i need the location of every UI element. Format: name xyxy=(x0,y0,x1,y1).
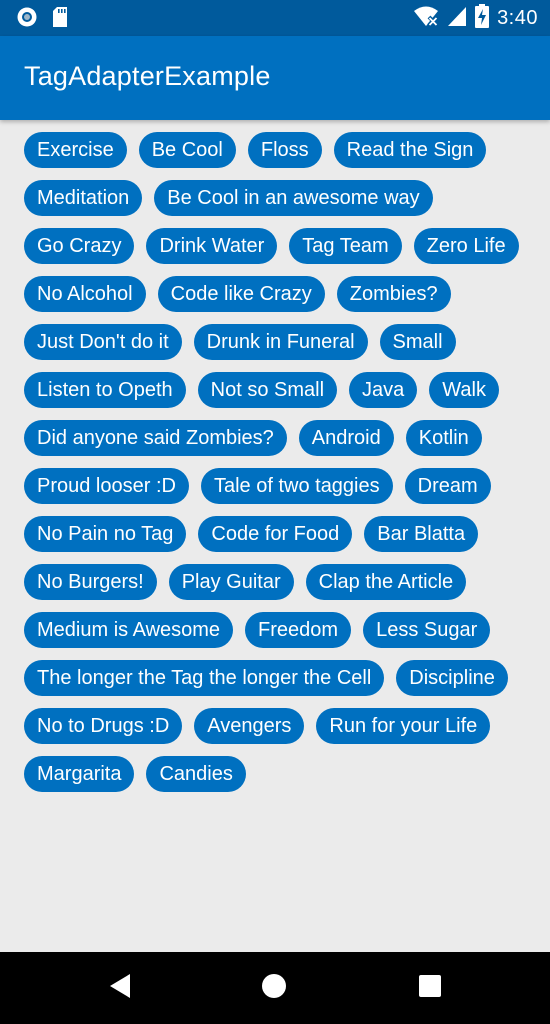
tag-chip[interactable]: Not so Small xyxy=(197,372,338,408)
tag-chip[interactable]: No to Drugs :D xyxy=(24,708,183,744)
back-button[interactable] xyxy=(102,970,138,1006)
tag-chip[interactable]: No Pain no Tag xyxy=(24,516,187,552)
circle-notification-icon xyxy=(16,6,38,33)
tag-chip[interactable]: Less Sugar xyxy=(363,612,491,648)
tag-chip[interactable]: Clap the Article xyxy=(305,564,467,600)
tag-chip[interactable]: Did anyone said Zombies? xyxy=(24,420,287,456)
tag-chip[interactable]: Candies xyxy=(146,756,246,792)
battery-charging-icon xyxy=(475,4,490,33)
home-icon xyxy=(261,973,287,1004)
navigation-bar xyxy=(0,952,550,1024)
tag-chip[interactable]: Code like Crazy xyxy=(157,276,325,312)
tag-chip[interactable]: Avengers xyxy=(194,708,305,744)
tag-chip[interactable]: Medium is Awesome xyxy=(24,612,234,648)
tag-chip[interactable]: Zero Life xyxy=(413,228,519,264)
tag-chip[interactable]: Discipline xyxy=(396,660,508,696)
tag-chip[interactable]: Drunk in Funeral xyxy=(193,324,368,360)
tag-chip[interactable]: Meditation xyxy=(24,180,143,216)
status-bar: 3:40 xyxy=(0,0,550,36)
tag-chip[interactable]: Tag Team xyxy=(289,228,402,264)
recents-icon xyxy=(418,974,442,1003)
wifi-off-icon xyxy=(413,5,439,32)
home-button[interactable] xyxy=(256,970,292,1006)
tag-chip[interactable]: Margarita xyxy=(24,756,135,792)
app-bar: TagAdapterExample xyxy=(0,36,550,120)
back-icon xyxy=(108,973,132,1004)
tag-chip[interactable]: Zombies? xyxy=(336,276,451,312)
recents-button[interactable] xyxy=(412,970,448,1006)
tag-chip[interactable]: Freedom xyxy=(245,612,352,648)
tag-chip[interactable]: Read the Sign xyxy=(333,132,487,168)
tag-chip[interactable]: Tale of two taggies xyxy=(200,468,393,504)
tag-chip[interactable]: Go Crazy xyxy=(24,228,135,264)
tag-chip[interactable]: Listen to Opeth xyxy=(24,372,186,408)
tag-chip[interactable]: Bar Blatta xyxy=(364,516,479,552)
tag-chip[interactable]: Walk xyxy=(429,372,499,408)
tag-chip[interactable]: Drink Water xyxy=(146,228,278,264)
tag-chip[interactable]: Run for your Life xyxy=(316,708,491,744)
tag-chip[interactable]: Floss xyxy=(247,132,322,168)
status-time: 3:40 xyxy=(497,7,538,29)
tag-chip[interactable]: Dream xyxy=(404,468,491,504)
tag-chip[interactable]: Kotlin xyxy=(405,420,482,456)
tag-chip[interactable]: Code for Food xyxy=(198,516,353,552)
status-left-icons xyxy=(16,6,68,33)
tag-list: Exercise Be Cool Floss Read the Sign Meditat… xyxy=(24,132,534,792)
sd-card-icon xyxy=(52,6,68,33)
tag-chip[interactable]: Android xyxy=(298,420,394,456)
tag-chip[interactable]: Play Guitar xyxy=(168,564,294,600)
tag-chip[interactable]: Just Don't do it xyxy=(24,324,182,360)
tag-chip[interactable]: No Burgers! xyxy=(24,564,157,600)
tag-chip[interactable]: Be Cool xyxy=(138,132,236,168)
tag-chip[interactable]: Exercise xyxy=(24,132,127,168)
app-title: TagAdapterExample xyxy=(24,61,271,91)
status-right-icons: 3:40 xyxy=(413,4,538,33)
tag-chip[interactable]: Be Cool in an awesome way xyxy=(154,180,433,216)
tag-chip[interactable]: No Alcohol xyxy=(24,276,146,312)
tag-chip[interactable]: Proud looser :D xyxy=(24,468,189,504)
tag-chip[interactable]: The longer the Tag the longer the Cell xyxy=(24,660,385,696)
tag-chip[interactable]: Java xyxy=(349,372,418,408)
tag-chip[interactable]: Small xyxy=(379,324,456,360)
cell-signal-icon xyxy=(447,5,467,32)
